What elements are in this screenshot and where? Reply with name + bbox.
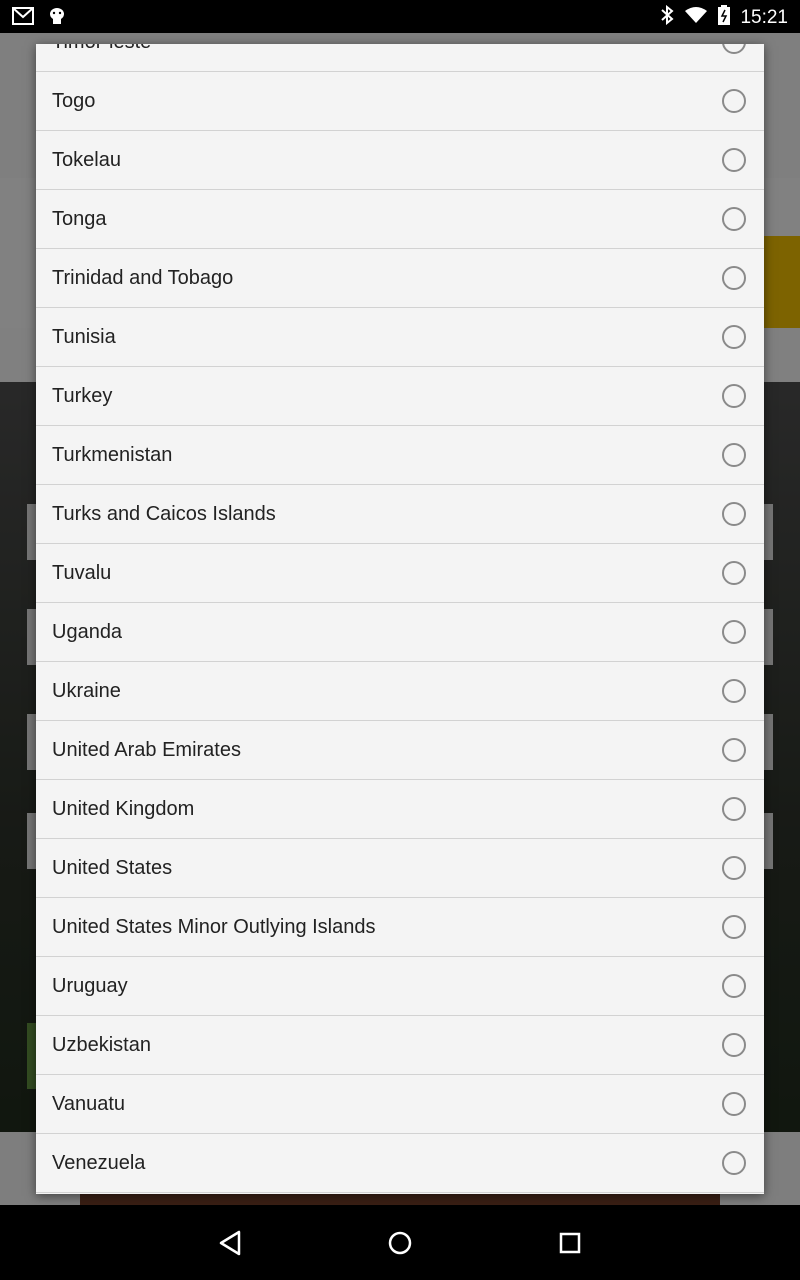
country-option-label: Trinidad and Tobago <box>52 266 234 289</box>
radio-button[interactable] <box>722 1092 746 1116</box>
radio-button[interactable] <box>722 620 746 644</box>
radio-button[interactable] <box>722 266 746 290</box>
country-option-label: Timor-leste <box>52 44 151 54</box>
radio-button[interactable] <box>722 502 746 526</box>
country-option[interactable]: Tuvalu <box>36 544 764 603</box>
country-option[interactable]: Ukraine <box>36 662 764 721</box>
radio-button[interactable] <box>722 325 746 349</box>
country-option-label: Turkey <box>52 384 113 407</box>
country-option[interactable]: Uganda <box>36 603 764 662</box>
country-option-label: United Arab Emirates <box>52 738 241 761</box>
bluetooth-icon <box>660 4 674 30</box>
radio-button[interactable] <box>722 148 746 172</box>
country-option-list[interactable]: Timor-leste Togo Tokelau Tonga Trinidad and … <box>36 44 764 1193</box>
radio-button[interactable] <box>722 44 746 54</box>
radio-button[interactable] <box>722 1033 746 1057</box>
country-option[interactable]: Turkey <box>36 367 764 426</box>
radio-button[interactable] <box>722 856 746 880</box>
country-option-label: Togo <box>52 89 96 112</box>
country-option[interactable]: Vanuatu <box>36 1075 764 1134</box>
country-option[interactable]: Togo <box>36 72 764 131</box>
radio-button[interactable] <box>722 443 746 467</box>
recent-apps-button[interactable] <box>550 1223 590 1263</box>
country-option[interactable]: United States <box>36 839 764 898</box>
back-button[interactable] <box>210 1223 250 1263</box>
country-option[interactable]: United Arab Emirates <box>36 721 764 780</box>
gmail-icon <box>12 7 34 30</box>
android-debug-icon <box>48 6 66 31</box>
country-option-label: Venezuela <box>52 1151 146 1174</box>
country-option-label: Tunisia <box>52 325 116 348</box>
country-option[interactable]: United Kingdom <box>36 780 764 839</box>
country-option-label: Turkmenistan <box>52 443 173 466</box>
country-option-label: Turks and Caicos Islands <box>52 502 276 525</box>
home-button[interactable] <box>380 1223 420 1263</box>
radio-button[interactable] <box>722 1151 746 1175</box>
battery-charging-icon <box>718 5 731 30</box>
radio-button[interactable] <box>722 915 746 939</box>
wifi-icon <box>684 6 708 29</box>
radio-button[interactable] <box>722 679 746 703</box>
country-option[interactable]: Uzbekistan <box>36 1016 764 1075</box>
country-option-label: Uruguay <box>52 974 128 997</box>
country-option-label: Tonga <box>52 207 107 230</box>
radio-button[interactable] <box>722 561 746 585</box>
country-option-label: United States Minor Outlying Islands <box>52 915 376 938</box>
country-option[interactable]: Uruguay <box>36 957 764 1016</box>
radio-button[interactable] <box>722 797 746 821</box>
status-bar: 15:21 <box>0 0 800 33</box>
country-option-label: Vanuatu <box>52 1092 126 1115</box>
country-option-label: Uganda <box>52 620 123 643</box>
country-option[interactable]: Turks and Caicos Islands <box>36 485 764 544</box>
radio-button[interactable] <box>722 974 746 998</box>
radio-button[interactable] <box>722 207 746 231</box>
radio-button[interactable] <box>722 89 746 113</box>
clock: 15:21 <box>740 6 788 28</box>
country-option[interactable]: Tunisia <box>36 308 764 367</box>
home-icon <box>388 1231 412 1255</box>
country-option[interactable]: United States Minor Outlying Islands <box>36 898 764 957</box>
country-option[interactable]: Tonga <box>36 190 764 249</box>
country-option[interactable]: Turkmenistan <box>36 426 764 485</box>
country-option-label: United States <box>52 856 173 879</box>
country-option-label: Tokelau <box>52 148 121 171</box>
country-option-label: Ukraine <box>52 679 121 702</box>
country-option[interactable]: Tokelau <box>36 131 764 190</box>
back-icon <box>219 1230 241 1256</box>
recent-apps-icon <box>559 1232 581 1254</box>
navigation-bar <box>0 1205 800 1280</box>
country-option-label: United Kingdom <box>52 797 195 820</box>
country-option-label: Uzbekistan <box>52 1033 151 1056</box>
country-option[interactable]: Venezuela <box>36 1134 764 1193</box>
country-picker-dialog: Timor-leste Togo Tokelau Tonga Trinidad and … <box>36 44 764 1194</box>
country-option-label: Tuvalu <box>52 561 112 584</box>
country-option[interactable]: Timor-leste <box>36 44 764 72</box>
radio-button[interactable] <box>722 384 746 408</box>
country-option[interactable]: Trinidad and Tobago <box>36 249 764 308</box>
radio-button[interactable] <box>722 738 746 762</box>
